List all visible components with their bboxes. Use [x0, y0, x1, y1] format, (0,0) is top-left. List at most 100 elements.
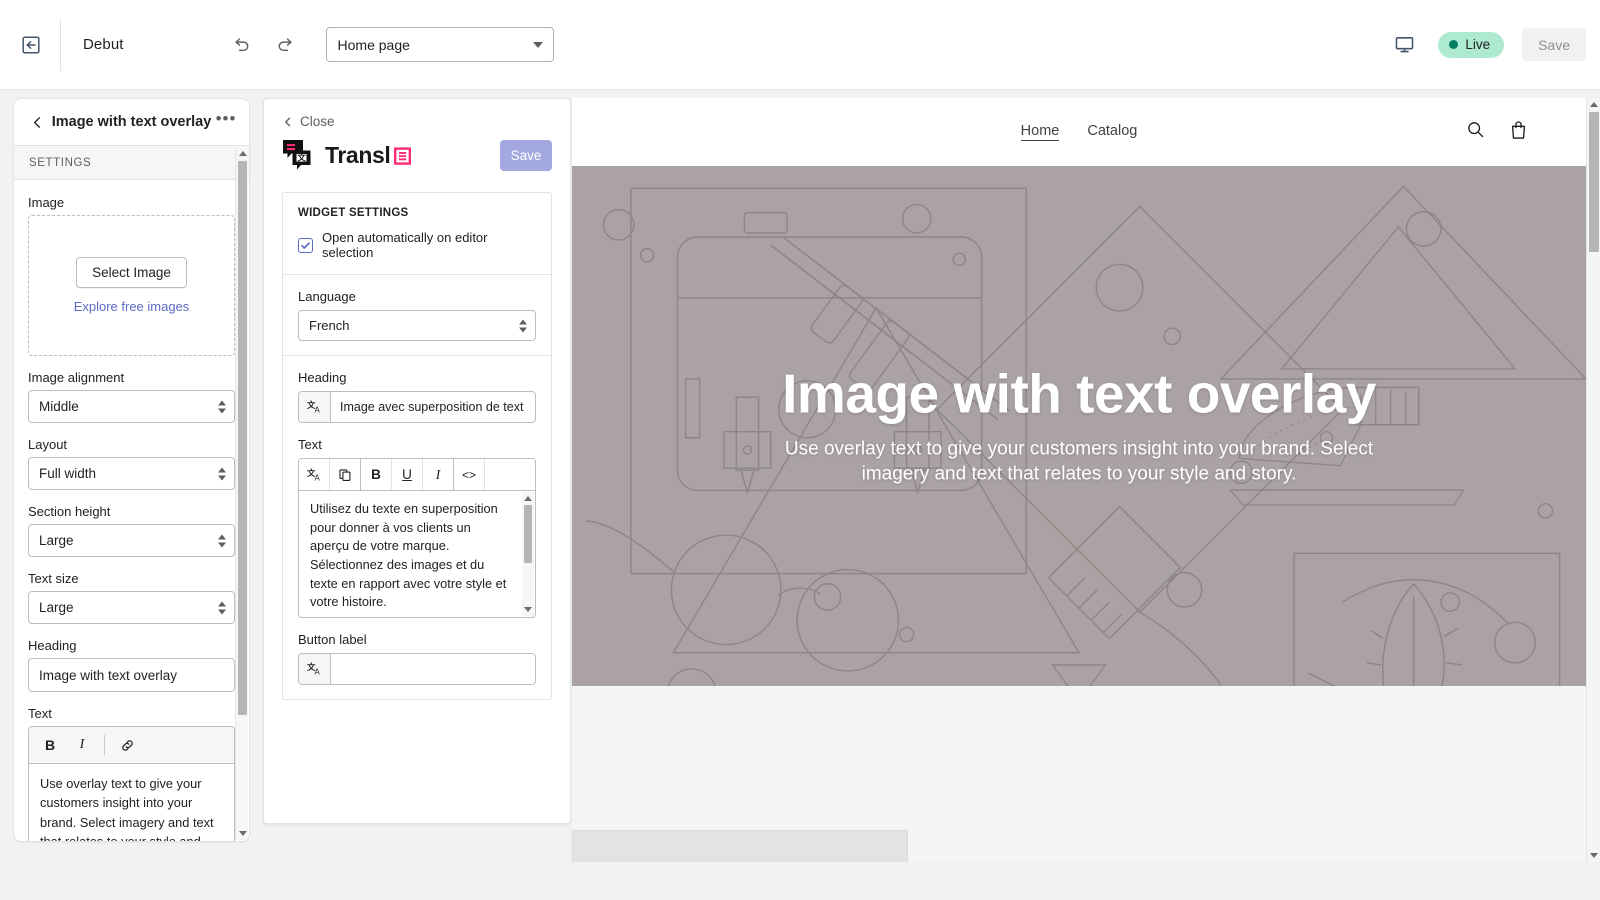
save-button[interactable]: Save — [1522, 28, 1586, 61]
auto-open-checkbox[interactable] — [298, 238, 313, 253]
button-label-label: Button label — [298, 632, 536, 647]
check-icon — [300, 240, 311, 251]
underline-button[interactable]: U — [392, 459, 423, 490]
hero-section[interactable]: Image with text overlay Use overlay text… — [572, 166, 1586, 686]
chevron-left-icon[interactable] — [24, 109, 50, 135]
desktop-icon[interactable] — [1388, 29, 1420, 61]
widget-close-button[interactable]: Close — [282, 114, 552, 129]
italic-button[interactable]: I — [67, 731, 97, 759]
exit-to-app-icon[interactable] — [14, 28, 48, 62]
preview-scrollbar[interactable] — [1586, 98, 1600, 862]
language-select[interactable]: French — [298, 310, 536, 341]
layout-field: Layout Full width — [28, 437, 235, 490]
chevron-left-icon — [282, 116, 294, 128]
sidebar-scrollbar[interactable] — [235, 147, 248, 840]
layout-select[interactable]: Full width — [28, 457, 235, 490]
copy-icon[interactable] — [330, 459, 361, 490]
scroll-down-icon[interactable] — [524, 607, 532, 612]
store-preview: Home Catalog — [572, 98, 1586, 862]
brand-name: Transl — [325, 142, 390, 169]
sidebar-header: Image with text overlay ••• — [14, 99, 249, 146]
widget-heading-input[interactable]: Image avec superposition de text — [331, 392, 535, 422]
stepper-icon — [218, 534, 226, 547]
placeholder-block — [572, 830, 908, 862]
redo-icon[interactable] — [270, 29, 302, 61]
heading-field: Heading Image with text overlay — [28, 638, 235, 692]
code-button[interactable]: <> — [454, 459, 485, 490]
bold-button[interactable]: B — [35, 731, 65, 759]
translate-icon[interactable]: 文 A — [299, 654, 331, 684]
text-size-select[interactable]: Large — [28, 591, 235, 624]
widget-text-body[interactable]: Utilisez du texte en superposition pour … — [299, 491, 535, 617]
page-selector[interactable]: Home page — [326, 27, 554, 62]
brand-logo: 文 Transl — [282, 139, 411, 172]
text-size-label: Text size — [28, 571, 235, 586]
widget-text-scroll-thumb[interactable] — [524, 505, 532, 563]
button-label-field[interactable]: 文 A — [298, 653, 536, 685]
nav-links: Home Catalog — [1021, 123, 1138, 141]
translate-icon[interactable]: 文 A — [299, 459, 330, 490]
svg-text:文: 文 — [297, 153, 306, 163]
auto-open-checkbox-row[interactable]: Open automatically on editor selection — [298, 230, 536, 260]
chevron-down-icon — [533, 42, 543, 48]
scroll-up-icon[interactable] — [524, 496, 532, 501]
hero-subtitle: Use overlay text to give your customers … — [749, 436, 1409, 486]
language-value: French — [309, 318, 349, 333]
scroll-up-icon[interactable] — [239, 151, 247, 156]
scroll-down-icon[interactable] — [239, 831, 247, 836]
widget-text-scrollbar[interactable] — [522, 492, 534, 616]
undo-icon[interactable] — [226, 29, 258, 61]
nav-icons — [1466, 120, 1528, 145]
live-label: Live — [1465, 37, 1490, 52]
widget-save-button[interactable]: Save — [500, 140, 552, 171]
translate-icon[interactable]: 文 A — [299, 392, 331, 422]
widget-heading-label: Heading — [298, 370, 536, 385]
svg-text:A: A — [315, 668, 321, 677]
svg-text:A: A — [315, 406, 321, 415]
live-status-badge[interactable]: Live — [1438, 32, 1504, 58]
widget-brand-row: 文 Transl Save — [282, 139, 552, 172]
section-height-field: Section height Large — [28, 504, 235, 557]
text-size-field: Text size Large — [28, 571, 235, 624]
preview-scroll-thumb[interactable] — [1589, 112, 1599, 252]
below-hero-section — [572, 686, 1586, 862]
widget-text-value: Utilisez du texte en superposition pour … — [310, 501, 506, 609]
widget-richtext-toolbar: 文 A B U I <> — [299, 459, 535, 491]
italic-button[interactable]: I — [423, 459, 454, 490]
widget-heading-field[interactable]: 文 A Image avec superposition de text — [298, 391, 536, 423]
undo-redo-group — [226, 29, 302, 61]
stepper-icon — [218, 400, 226, 413]
text-label: Text — [28, 706, 235, 721]
shopping-bag-icon[interactable] — [1509, 120, 1528, 145]
scroll-up-icon[interactable] — [1590, 102, 1598, 107]
nav-link-catalog[interactable]: Catalog — [1087, 123, 1137, 141]
richtext-toolbar: B I — [29, 727, 234, 764]
layout-value: Full width — [39, 466, 96, 481]
image-label: Image — [28, 195, 235, 210]
widget-settings-section: WIDGET SETTINGS Open automatically on ed… — [283, 193, 551, 275]
sidebar-scroll-thumb[interactable] — [238, 161, 247, 715]
image-alignment-select[interactable]: Middle — [28, 390, 235, 423]
heading-input[interactable]: Image with text overlay — [28, 658, 235, 692]
link-icon[interactable] — [112, 731, 142, 759]
button-label-input[interactable] — [331, 654, 535, 684]
widget-text-editor: 文 A B U I <> — [298, 458, 536, 618]
settings-section-label: SETTINGS — [14, 146, 249, 180]
scroll-down-icon[interactable] — [1590, 853, 1598, 858]
status-dot — [1449, 40, 1458, 49]
auto-open-label: Open automatically on editor selection — [322, 230, 536, 260]
bold-button[interactable]: B — [361, 459, 392, 490]
language-section: Language French — [283, 275, 551, 356]
text-richtext-body[interactable]: Use overlay text to give your customers … — [29, 764, 234, 841]
text-size-value: Large — [39, 600, 74, 615]
top-toolbar: Debut Home page Live — [0, 0, 1600, 90]
select-image-button[interactable]: Select Image — [76, 257, 187, 288]
stepper-icon — [519, 319, 527, 332]
ellipsis-icon[interactable]: ••• — [213, 109, 239, 135]
page-title: Image with text overlay — [50, 114, 213, 130]
explore-free-images-link[interactable]: Explore free images — [74, 299, 190, 314]
image-dropzone[interactable]: Select Image Explore free images — [28, 215, 235, 356]
search-icon[interactable] — [1466, 120, 1485, 144]
section-height-select[interactable]: Large — [28, 524, 235, 557]
nav-link-home[interactable]: Home — [1021, 123, 1060, 141]
